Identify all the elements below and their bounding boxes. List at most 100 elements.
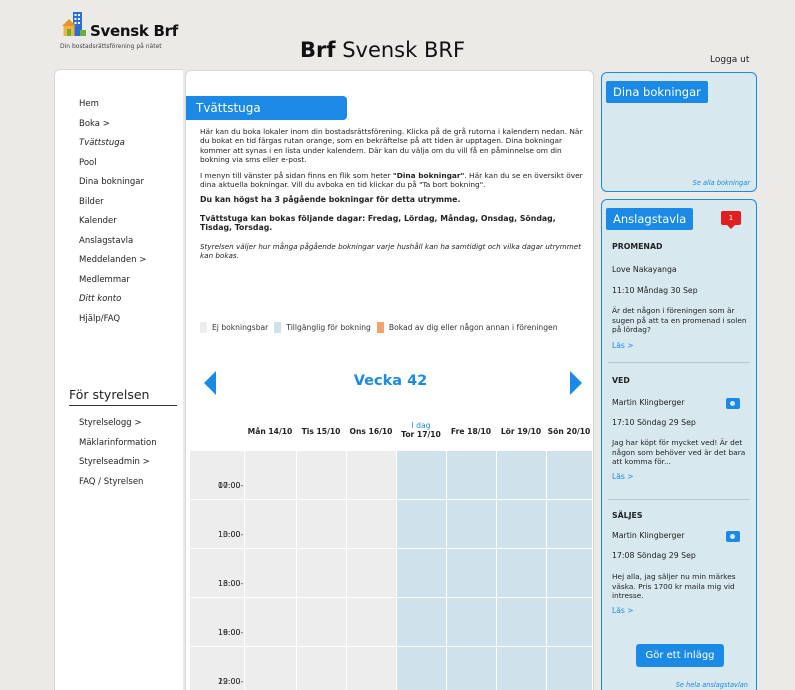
slot-available[interactable] [446, 647, 496, 690]
slot-available[interactable] [446, 549, 496, 598]
nav-item-styrelselogg[interactable]: Styrelselogg > [79, 417, 157, 437]
slot-not-bookable [244, 500, 296, 549]
legend-available: Tillgänglig för bokning [286, 323, 371, 332]
slot-not-bookable [244, 549, 296, 598]
create-post-button[interactable]: Gör ett inlägg [636, 644, 724, 667]
calendar-day-headers: Mån 14/10 Tis 15/10 Ons 16/10 I dag Tor 1… [190, 417, 592, 451]
slot-not-bookable [296, 647, 346, 690]
see-all-bookings-link[interactable]: Se alla bokningar [693, 179, 750, 187]
post-title: PROMENAD [612, 242, 663, 251]
house-logo-icon [62, 12, 86, 36]
slot-available[interactable] [446, 500, 496, 549]
slot-not-bookable [244, 647, 296, 690]
board-post: SÄLJES Martin Klingberger 17:08 Söndag 2… [612, 511, 752, 615]
logout-link[interactable]: Logga ut [710, 55, 749, 65]
calendar-row: 13:00- 16:00 [190, 549, 592, 598]
slot-not-bookable [346, 549, 396, 598]
slot-available[interactable] [546, 598, 592, 647]
max-bookings-text: Du kan högst ha 3 pågående bokningar för… [200, 195, 461, 205]
post-time: 11:10 Måndag 30 Sep [612, 286, 698, 295]
nav-item-maklarinformation[interactable]: Mäklarinformation [79, 437, 157, 457]
intro-text: Här kan du boka lokaler inom din bostads… [200, 127, 584, 266]
nav-item-ditt-konto[interactable]: Ditt konto [79, 293, 146, 313]
post-author: Martin Klingberger [612, 531, 685, 540]
intro-paragraph-2: I menyn till vänster på sidan finns en f… [200, 170, 583, 190]
nav-item-meddelanden[interactable]: Meddelanden > [79, 254, 146, 274]
slot-available[interactable] [496, 500, 546, 549]
day-header: Tis 15/10 [301, 427, 341, 436]
nav-item-kalender[interactable]: Kalender [79, 215, 146, 235]
brand-tagline: Din bostadsrättsförening på nätet [60, 43, 162, 50]
see-full-board-link[interactable]: Se hela anslagstavlan [676, 681, 748, 689]
slot-available[interactable] [446, 598, 496, 647]
my-bookings-panel: Dina bokningar Se alla bokningar [601, 72, 757, 192]
my-bookings-title: Dina bokningar [606, 81, 708, 103]
post-text: Är det någon i föreningen som är sugen p… [612, 306, 747, 335]
post-author: Love Nakayanga [612, 265, 677, 274]
read-more-link[interactable]: Läs > [612, 472, 634, 481]
calendar-row: 07:00- 10:00 [190, 451, 592, 500]
slot-available[interactable] [396, 647, 446, 690]
slot-not-bookable [346, 451, 396, 500]
nav-item-hjalp-faq[interactable]: Hjälp/FAQ [79, 313, 146, 333]
day-header: Fre 18/10 [450, 427, 492, 436]
slot-not-bookable [346, 598, 396, 647]
speech-bubble-badge-icon: 1 [721, 211, 741, 229]
nav-item-anslagstavla[interactable]: Anslagstavla [79, 235, 146, 255]
slot-available[interactable] [546, 647, 592, 690]
next-week-arrow-icon[interactable] [570, 371, 582, 395]
calendar-row: 16:00- 19:00 [190, 598, 592, 647]
nav-item-bilder[interactable]: Bilder [79, 196, 146, 216]
slot-available[interactable] [496, 451, 546, 500]
slot-available[interactable] [546, 549, 592, 598]
slot-available[interactable] [396, 549, 446, 598]
slot-available[interactable] [496, 647, 546, 690]
camera-icon [726, 531, 740, 542]
camera-icon [726, 398, 740, 409]
time-slot-label: 19:00- 22:00 [190, 647, 244, 690]
slot-available[interactable] [446, 451, 496, 500]
read-more-link[interactable]: Läs > [612, 341, 634, 350]
slot-available[interactable] [396, 500, 446, 549]
nav-item-medlemmar[interactable]: Medlemmar [79, 274, 146, 294]
board-section-heading: För styrelsen [69, 387, 177, 406]
nav-item-faq-styrelsen[interactable]: FAQ / Styrelsen [79, 476, 157, 496]
calendar-legend: Ej bokningsbar Tillgänglig för bokning B… [200, 322, 564, 333]
slot-not-bookable [244, 451, 296, 500]
legend-swatch-booked [376, 322, 384, 333]
nav-item-hem[interactable]: Hem [79, 98, 146, 118]
post-author: Martin Klingberger [612, 398, 685, 407]
nav-item-styrelseadmin[interactable]: Styrelseadmin > [79, 456, 157, 476]
site-logo[interactable]: Svensk Brf Din bostadsrättsförening på n… [58, 10, 188, 60]
day-header: Sön 20/10 [547, 427, 591, 436]
nav-item-boka[interactable]: Boka > [79, 118, 146, 138]
board-post: PROMENAD Love Nakayanga 11:10 Måndag 30 … [612, 242, 752, 350]
post-time: 17:10 Söndag 29 Sep [612, 418, 696, 427]
slot-available[interactable] [496, 598, 546, 647]
notice-board-title: Anslagstavla [606, 208, 694, 230]
slot-available[interactable] [496, 549, 546, 598]
slot-available[interactable] [396, 451, 446, 500]
slot-available[interactable] [546, 500, 592, 549]
nav-item-pool[interactable]: Pool [79, 157, 146, 177]
left-sidebar: Hem Boka > Tvättstuga Pool Dina bokninga… [54, 69, 183, 690]
legend-booked: Bokad av dig eller någon annan i förenin… [388, 323, 558, 332]
nav-item-dina-bokningar[interactable]: Dina bokningar [79, 176, 146, 196]
slot-not-bookable [244, 598, 296, 647]
slot-not-bookable [296, 549, 346, 598]
intro-paragraph-1: Här kan du boka lokaler inom din bostads… [200, 127, 583, 165]
day-header-today: I dag Tor 17/10 [401, 421, 441, 439]
post-time: 17:08 Söndag 29 Sep [612, 551, 696, 560]
time-slot-label: 07:00- 10:00 [190, 451, 244, 500]
nav-item-tvattstuga[interactable]: Tvättstuga [79, 137, 146, 157]
slot-available[interactable] [546, 451, 592, 500]
post-text: Jag har köpt för mycket ved! Är det någo… [612, 438, 746, 467]
read-more-link[interactable]: Läs > [612, 606, 634, 615]
time-slot-label: 10:00- 13:00 [190, 500, 244, 549]
day-header: Lör 19/10 [500, 427, 542, 436]
notice-board-panel: Anslagstavla 1 PROMENAD Love Nakayanga 1… [601, 199, 757, 690]
day-header: Ons 16/10 [349, 427, 393, 436]
main-nav: Hem Boka > Tvättstuga Pool Dina bokninga… [79, 98, 146, 332]
main-content: Tvättstuga Här kan du boka lokaler inom … [185, 70, 594, 690]
slot-available[interactable] [396, 598, 446, 647]
